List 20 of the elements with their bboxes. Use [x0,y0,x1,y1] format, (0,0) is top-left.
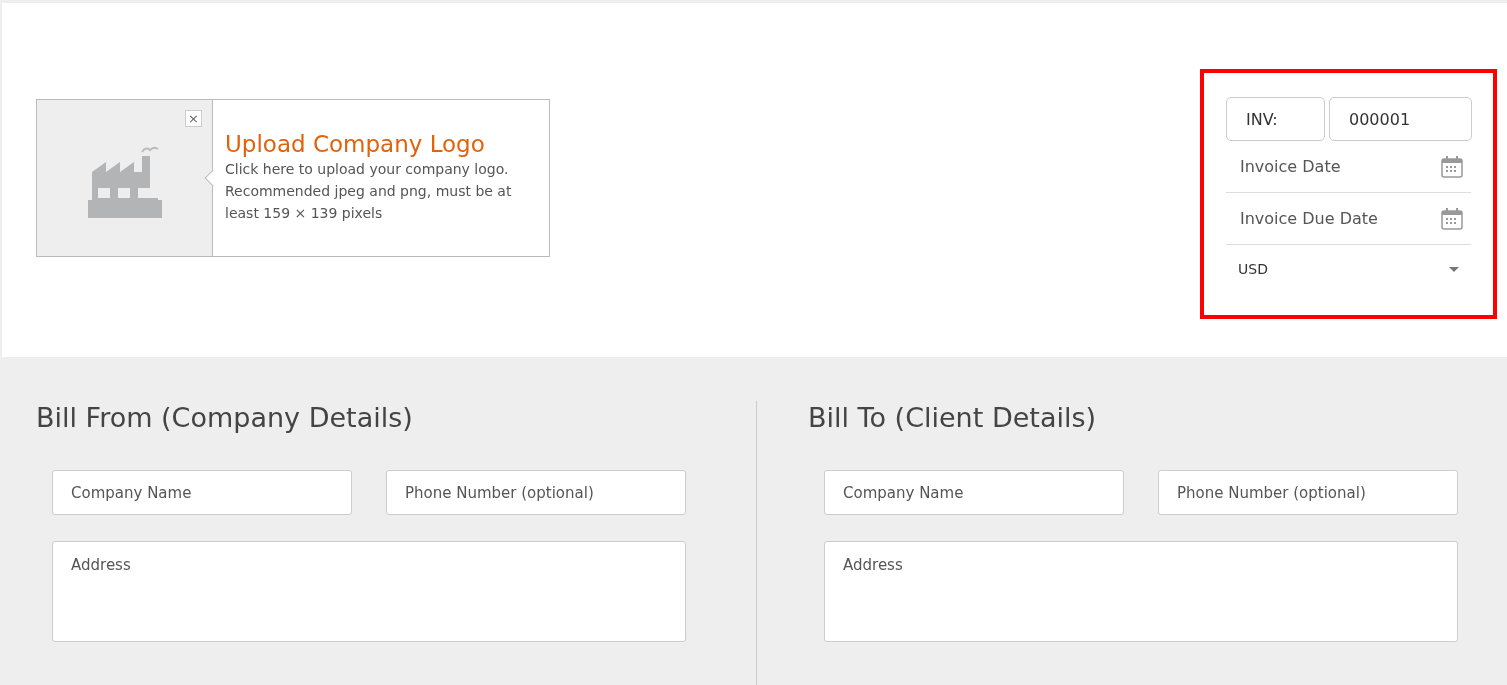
phone-number-field[interactable]: Phone Number (optional) [1158,470,1458,515]
section-heading: Bill From (Company Details) [36,401,414,435]
close-button[interactable]: × [185,110,202,127]
section-heading: Bill To (Client Details) [808,401,1098,435]
address-field[interactable]: Address [824,541,1458,642]
company-name-field[interactable]: Company Name [52,470,352,515]
upload-logo-description: Click here to upload your company logo. Recommended jpeg and png, must be at least 159 × 139 pixels [225,160,513,223]
upload-logo-title: Upload Company Logo [225,130,486,158]
caret-icon [1449,266,1459,272]
calendar-icon [1441,155,1463,178]
company-name-field[interactable]: Company Name [824,470,1124,515]
invoice-date-field[interactable]: Invoice Date [1238,153,1441,180]
invoice-prefix-field[interactable]: INV: [1226,97,1325,141]
currency-select[interactable]: USD [1226,245,1471,293]
phone-number-field[interactable]: Phone Number (optional) [386,470,686,515]
address-field[interactable]: Address [52,541,686,642]
calendar-icon [1441,207,1463,230]
invoice-number-field[interactable]: 000001 [1329,97,1472,141]
due-date-field[interactable]: Invoice Due Date [1238,205,1441,232]
logo-upload-area[interactable]: × Upload Company Logo Click here to upload your company logo. Recommended jpeg and png, must be at least 159 × 139 pixels [36,99,550,257]
